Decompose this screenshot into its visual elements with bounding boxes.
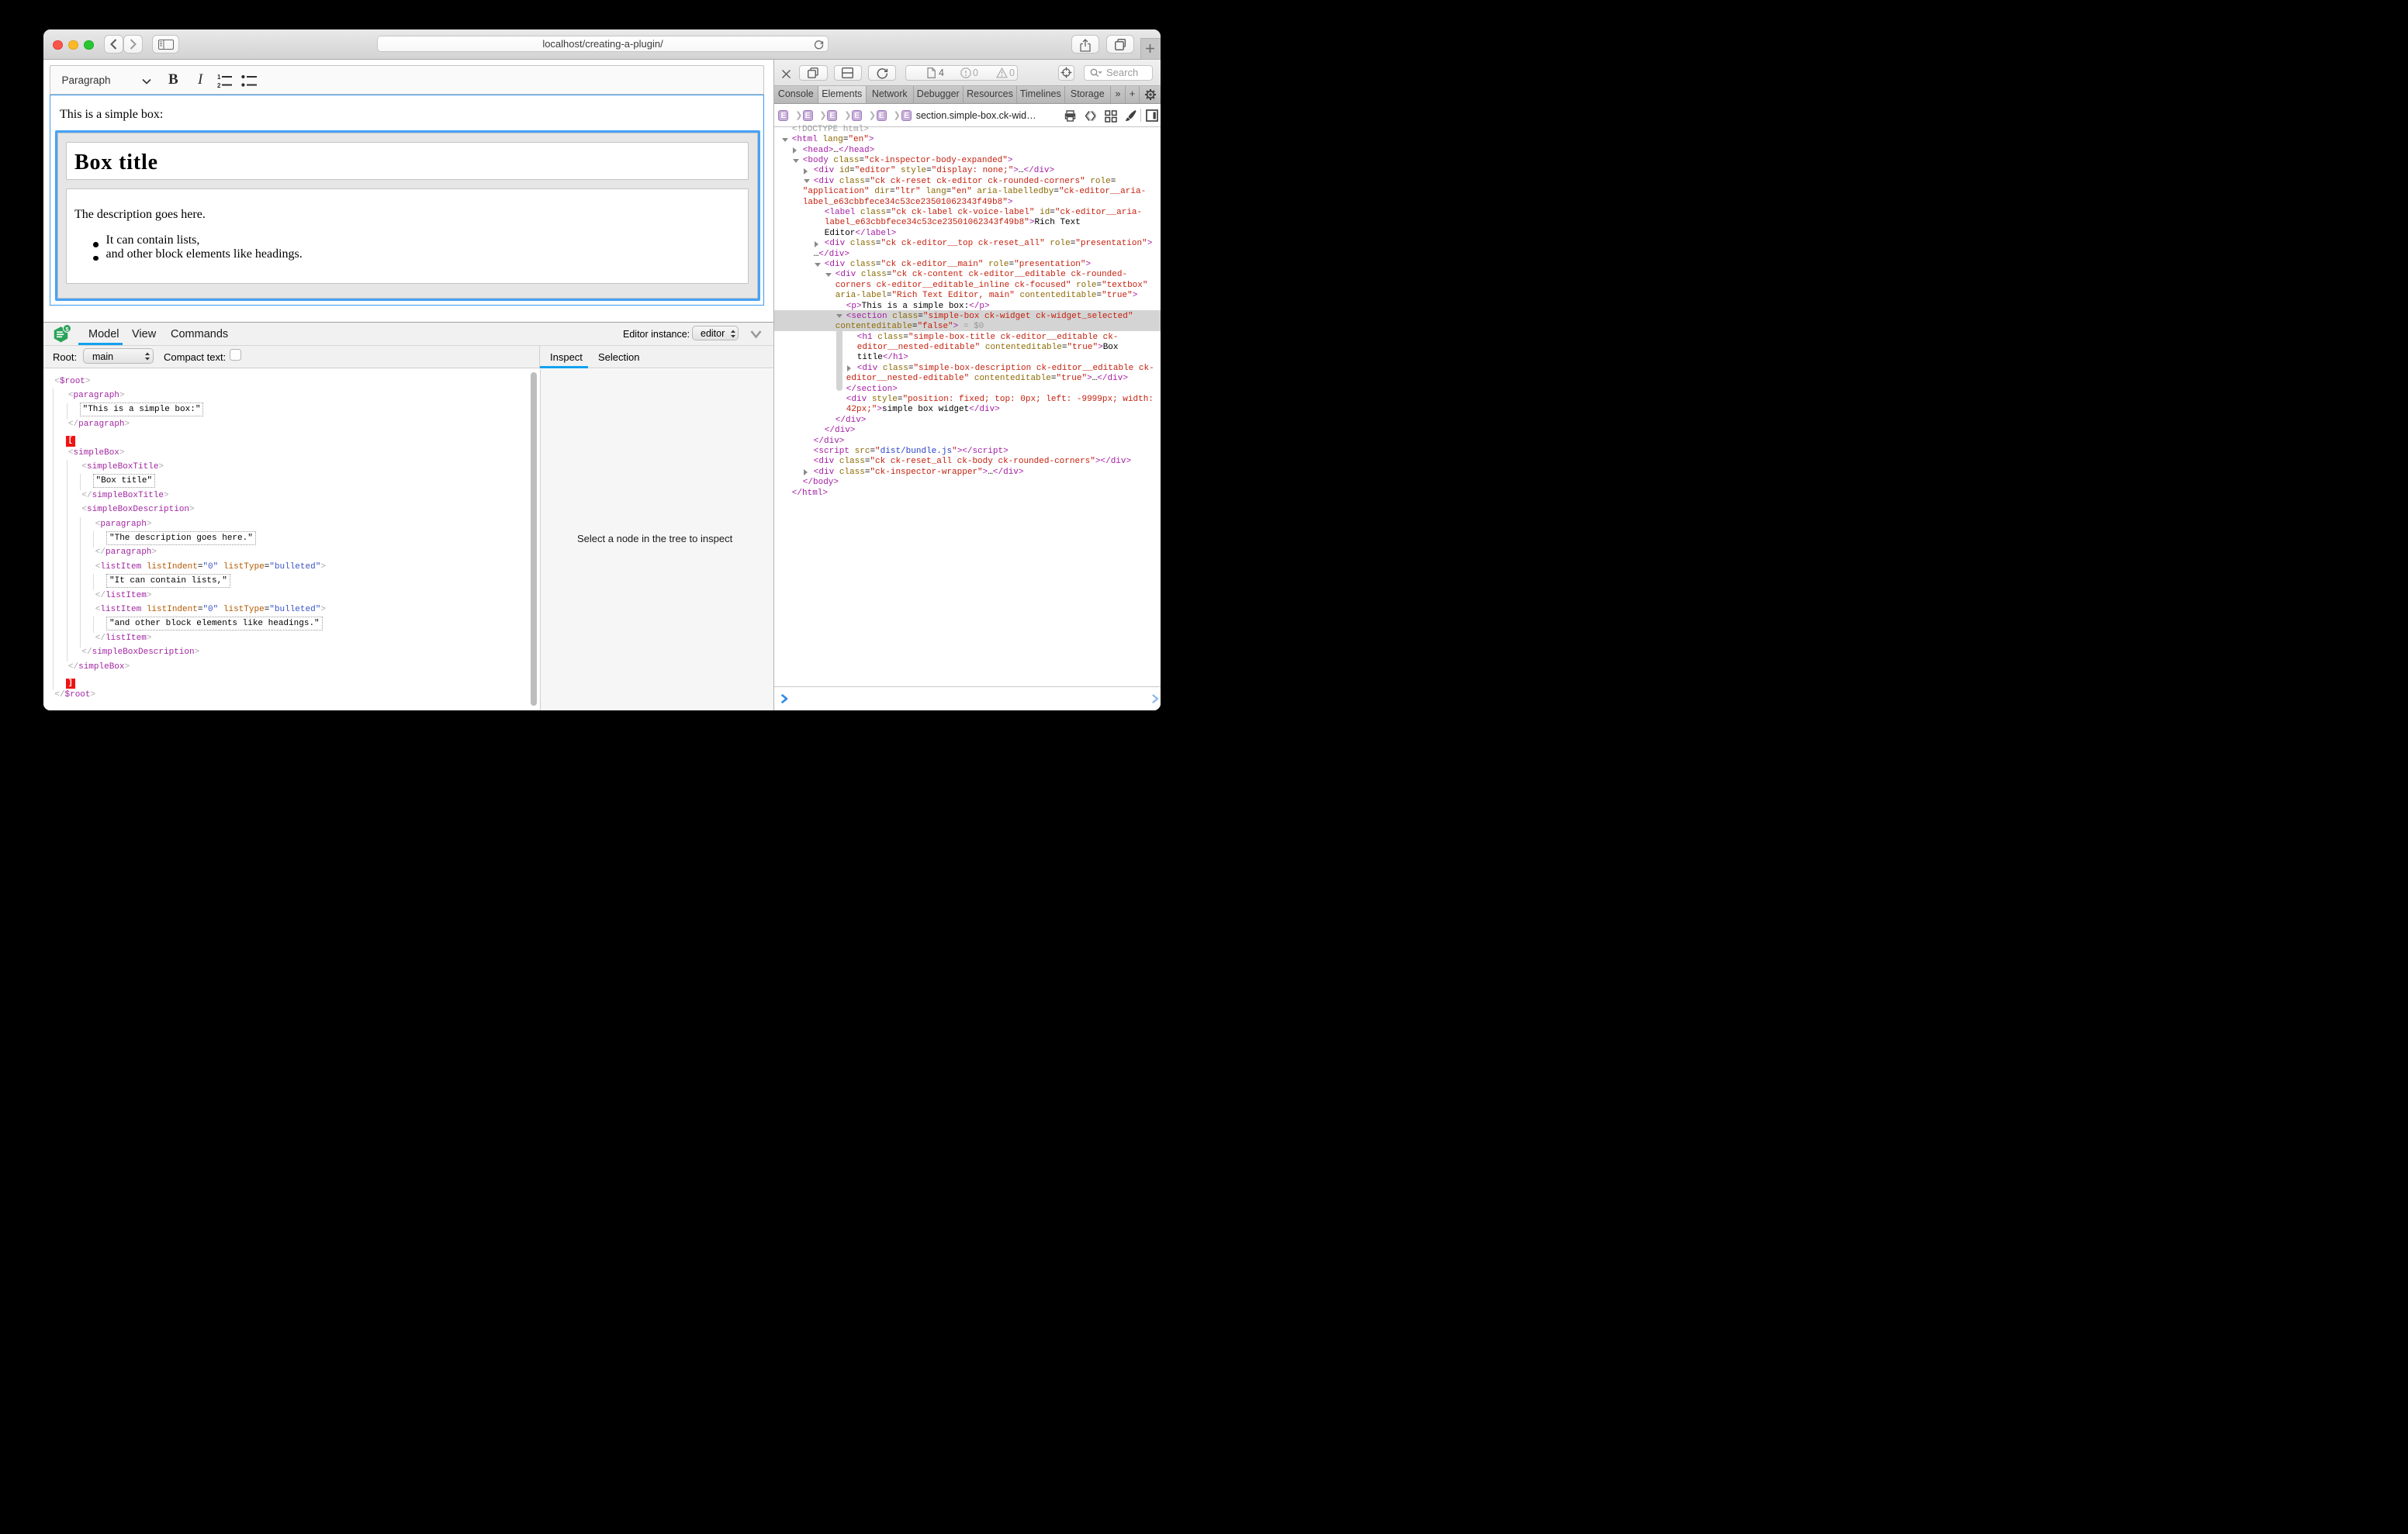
svg-text:1: 1 [217,74,221,81]
svg-text:2: 2 [217,82,221,88]
